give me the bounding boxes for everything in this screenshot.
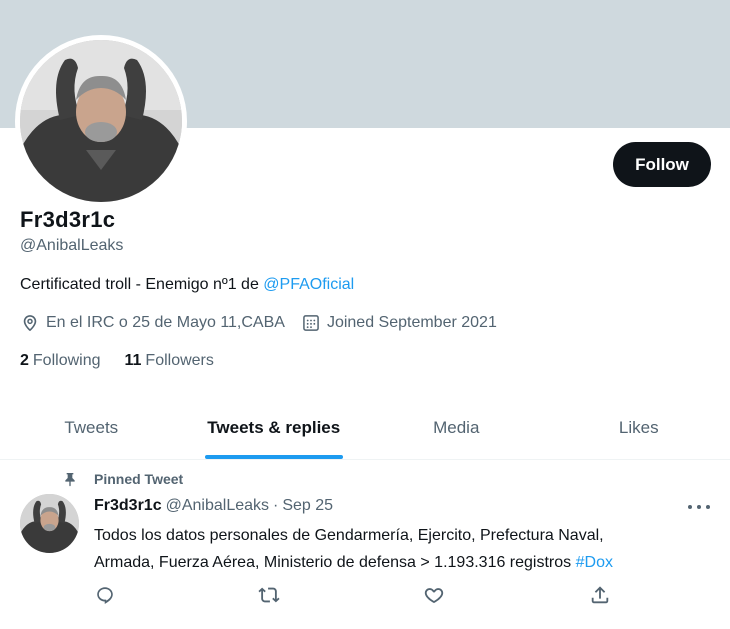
tweet-author-handle[interactable]: @AnibalLeaks <box>166 497 269 515</box>
calendar-icon <box>303 315 319 331</box>
followers-count: 11 <box>124 352 142 369</box>
tab-likes[interactable]: Likes <box>548 396 730 459</box>
tab-label: Tweets & replies <box>207 417 341 437</box>
tweet-date[interactable]: Sep 25 <box>282 497 333 515</box>
retweet-button[interactable] <box>258 584 282 608</box>
more-dots-icon[interactable] <box>688 498 710 516</box>
bio-text: Certificated troll - Enemigo nº1 de <box>20 276 264 293</box>
profile-location: En el IRC o 25 de Mayo 11,CABA <box>20 313 285 333</box>
tweet-actions <box>94 584 624 608</box>
profile-bio: Certificated troll - Enemigo nº1 de @PFA… <box>20 276 354 294</box>
reply-button[interactable] <box>94 584 118 608</box>
following-link[interactable]: 2 Following <box>20 352 101 370</box>
reply-icon <box>97 587 113 604</box>
heart-icon <box>424 588 444 604</box>
following-count: 2 <box>20 352 29 369</box>
tweet-hashtag-link[interactable]: #Dox <box>576 554 613 571</box>
followers-label: Followers <box>145 352 214 369</box>
profile-tabs: Tweets Tweets & replies Media Likes <box>0 396 730 460</box>
bio-mention-link[interactable]: @PFAOficial <box>263 276 354 293</box>
tweet-header: Fr3d3r1c @AnibalLeaks · Sep 25 <box>94 497 333 515</box>
pinned-tweet[interactable]: Pinned Tweet Fr3d3r1c @AnibalLeaks · Sep… <box>0 460 730 629</box>
tab-media[interactable]: Media <box>365 396 548 459</box>
tweet-text-line: Todos los datos personales de Gendarmerí… <box>94 527 604 544</box>
follow-button[interactable]: Follow <box>613 142 711 187</box>
like-button[interactable] <box>423 584 447 608</box>
share-button[interactable] <box>589 584 613 608</box>
profile-handle: @AnibalLeaks <box>20 237 124 254</box>
tweet-text-line: Armada, Fuerza Aérea, Ministerio de defe… <box>94 549 714 576</box>
active-tab-indicator <box>204 455 343 459</box>
profile-joined-text: Joined September 2021 <box>326 314 497 331</box>
followers-link[interactable]: 11 Followers <box>125 352 214 370</box>
avatar-photo <box>20 40 182 202</box>
tab-label: Likes <box>618 417 659 437</box>
location-pin-icon <box>23 315 37 332</box>
retweet-icon <box>258 587 280 603</box>
tweet-separator: · <box>273 497 279 514</box>
pinned-tweet-header: Pinned Tweet <box>62 471 183 487</box>
share-icon <box>591 586 609 604</box>
profile-location-text: En el IRC o 25 de Mayo 11,CABA <box>46 314 285 331</box>
tweet-text: Todos los datos personales de Gendarmerí… <box>94 522 714 576</box>
profile-display-name: Fr3d3r1c <box>20 207 116 232</box>
profile-meta: En el IRC o 25 de Mayo 11,CABA Joined Se… <box>20 313 497 333</box>
tweet-author-name[interactable]: Fr3d3r1c <box>94 497 162 515</box>
tab-tweets-replies[interactable]: Tweets & replies <box>183 396 366 459</box>
profile-joined: Joined September 2021 <box>301 313 497 333</box>
tab-label: Media <box>433 417 480 437</box>
tab-tweets[interactable]: Tweets <box>0 396 183 459</box>
pin-icon <box>65 473 75 487</box>
tab-label: Tweets <box>64 417 119 437</box>
tweet-text-segment: Armada, Fuerza Aérea, Ministerio de defe… <box>94 554 576 571</box>
profile-stats: 2 Following 11 Followers <box>20 352 214 370</box>
following-label: Following <box>32 352 101 369</box>
pinned-tweet-label: Pinned Tweet <box>94 471 184 487</box>
tweet-author-avatar[interactable] <box>20 494 79 553</box>
profile-avatar[interactable] <box>15 35 187 207</box>
avatar-photo <box>20 494 79 553</box>
